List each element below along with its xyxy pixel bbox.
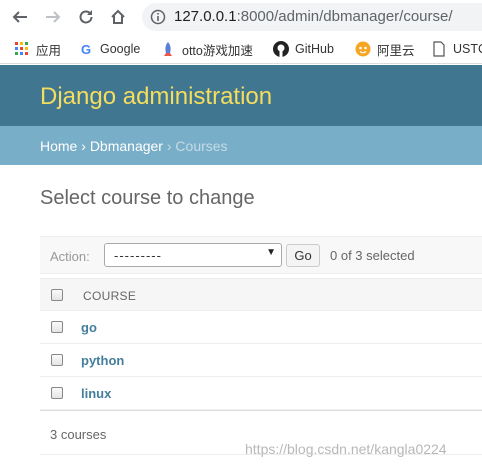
breadcrumb-trail: Home › Dbmanager › Courses [40, 138, 228, 154]
breadcrumb-current: Courses [175, 138, 228, 154]
course-link[interactable]: linux [81, 386, 111, 401]
breadcrumb-home[interactable]: Home [40, 138, 77, 154]
back-arrow-icon[interactable] [10, 7, 30, 27]
browser-toolbar: 127.0.0.1:8000/admin/dbmanager/course/ [0, 0, 482, 34]
reload-icon[interactable] [76, 7, 96, 27]
actions-bar: Action: --------- ▼ Go 0 of 3 selected [40, 236, 482, 274]
action-select[interactable]: --------- ▼ [104, 243, 282, 267]
results-table: COURSE go python linux [40, 278, 482, 410]
google-icon: G [80, 41, 92, 57]
course-link[interactable]: go [81, 320, 97, 335]
bookmark-label: USTC [453, 42, 482, 56]
bookmark-label: GitHub [295, 42, 334, 56]
rocket-icon [160, 41, 176, 57]
bookmark-aliyun[interactable]: 阿里云 [355, 40, 415, 58]
address-bar[interactable]: 127.0.0.1:8000/admin/dbmanager/course/ [142, 3, 482, 31]
result-count: 3 courses [50, 427, 107, 442]
selected-count: 0 of 3 selected [330, 248, 415, 263]
breadcrumb-separator: › [81, 138, 86, 154]
bookmark-label: Google [100, 42, 141, 56]
url-text: 127.0.0.1:8000/admin/dbmanager/course/ [174, 8, 453, 25]
home-icon[interactable] [108, 7, 128, 27]
site-header: Django administration [0, 65, 482, 126]
watermark: https://blog.csdn.net/kangla0224 [245, 441, 447, 457]
aliyun-icon [355, 41, 371, 57]
url-host: 127.0.0.1 [174, 8, 237, 25]
page-icon [431, 41, 447, 57]
table-row: linux [40, 377, 482, 410]
breadcrumb: Home › Dbmanager › Courses [0, 126, 482, 165]
table-header: COURSE [40, 278, 482, 311]
bookmark-label: 阿里云 [377, 43, 415, 58]
bookmark-github[interactable]: GitHub [273, 40, 334, 58]
bookmarks-bar: 应用 G Google otto游戏加速 GitHub 阿里云 USTC [0, 34, 482, 64]
breadcrumb-app[interactable]: Dbmanager [90, 138, 163, 154]
column-header-course[interactable]: COURSE [83, 289, 136, 303]
info-icon[interactable] [150, 9, 166, 25]
bookmark-ustc[interactable]: USTC [431, 40, 482, 58]
table-row: python [40, 344, 482, 377]
row-checkbox[interactable] [51, 387, 63, 399]
url-path: :8000/admin/dbmanager/course/ [236, 8, 453, 25]
select-all-checkbox[interactable] [51, 289, 63, 301]
breadcrumb-separator: › [166, 138, 172, 154]
row-checkbox[interactable] [51, 354, 63, 366]
bookmark-label: otto游戏加速 [182, 43, 253, 58]
bookmark-google[interactable]: G Google [78, 40, 140, 58]
table-row: go [40, 311, 482, 344]
bookmark-apps[interactable]: 应用 [14, 40, 61, 58]
forward-arrow-icon[interactable] [43, 7, 63, 27]
github-icon [273, 41, 289, 57]
bookmark-label: 应用 [36, 43, 62, 58]
apps-grid-icon [14, 41, 30, 57]
course-link[interactable]: python [81, 353, 124, 368]
row-checkbox[interactable] [51, 321, 63, 333]
page-title: Select course to change [40, 187, 255, 209]
site-brand[interactable]: Django administration [40, 83, 272, 111]
dropdown-arrow-icon: ▼ [266, 247, 276, 258]
go-button[interactable]: Go [286, 244, 320, 267]
action-select-value: --------- [114, 248, 162, 263]
bookmark-otto[interactable]: otto游戏加速 [160, 40, 253, 58]
action-label: Action: [50, 249, 90, 264]
